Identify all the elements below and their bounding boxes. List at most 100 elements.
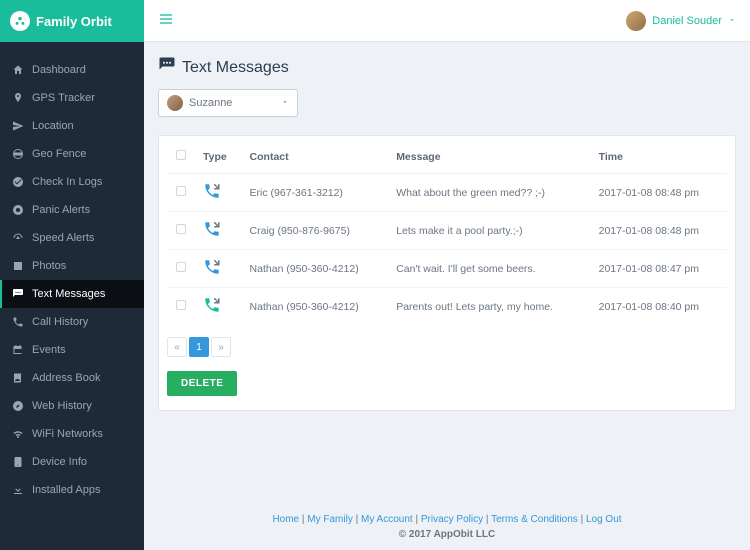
footer-link[interactable]: Log Out [586,514,622,525]
phone-in-icon [203,191,221,203]
speech-icon [158,56,176,79]
sidebar-item-label: WiFi Networks [32,428,103,440]
table-row: Craig (950-876-9675) Lets make it a pool… [167,212,727,250]
footer-link[interactable]: My Family [307,514,353,525]
row-checkbox[interactable] [167,250,195,288]
sidebar-item-label: Events [32,344,66,356]
globe-icon [12,148,24,160]
device-icon [12,456,24,468]
sidebar-item-text-messages[interactable]: Text Messages [0,280,144,308]
separator: | [578,514,586,525]
phone-in-icon [203,229,221,241]
sidebar-item-label: Call History [32,316,88,328]
family-select-value: Suzanne [189,97,232,109]
contacts-icon [12,372,24,384]
pager: « 1 » [167,337,727,357]
row-contact: Eric (967-361-3212) [242,174,389,212]
family-member-select[interactable]: Suzanne [158,89,298,117]
sidebar-item-gps-tracker[interactable]: GPS Tracker [0,84,144,112]
row-checkbox[interactable] [167,212,195,250]
sidebar: Family Orbit Dashboard GPS Tracker Locatio… [0,0,144,550]
sidebar-item-label: Geo Fence [32,148,86,160]
lifebuoy-icon [12,204,24,216]
row-time: 2017-01-08 08:48 pm [591,212,727,250]
table-row: Nathan (950-360-4212) Can't wait. I'll g… [167,250,727,288]
footer-links: Home | My Family | My Account | Privacy … [144,514,750,525]
sidebar-item-speed-alerts[interactable]: Speed Alerts [0,224,144,252]
sidebar-item-location[interactable]: Location [0,112,144,140]
pager-next[interactable]: » [211,337,231,357]
row-message: Can't wait. I'll get some beers. [388,250,590,288]
table-row: Nathan (950-360-4212) Parents out! Lets … [167,288,727,326]
topbar: Daniel Souder [144,0,750,42]
hamburger-icon[interactable] [158,11,174,30]
row-contact: Nathan (950-360-4212) [242,250,389,288]
separator: | [353,514,361,525]
sidebar-item-address-book[interactable]: Address Book [0,364,144,392]
messages-table: Type Contact Message Time Eric (967-361-… [167,140,727,325]
user-menu[interactable]: Daniel Souder [626,11,736,31]
sidebar-item-device-info[interactable]: Device Info [0,448,144,476]
sidebar-item-label: Panic Alerts [32,204,90,216]
sidebar-item-label: Dashboard [32,64,86,76]
separator: | [413,514,421,525]
page-title: Text Messages [182,59,289,77]
sidebar-item-label: Text Messages [32,288,105,300]
gauge-icon [12,232,24,244]
brand-logo-icon [10,11,30,31]
row-type [195,212,242,250]
pager-prev[interactable]: « [167,337,187,357]
sidebar-item-label: Address Book [32,372,100,384]
speech-icon [12,288,24,300]
messages-card: Type Contact Message Time Eric (967-361-… [158,135,736,411]
sidebar-item-label: GPS Tracker [32,92,95,104]
brand[interactable]: Family Orbit [0,0,144,42]
sidebar-item-installed-apps[interactable]: Installed Apps [0,476,144,504]
col-message: Message [388,140,590,174]
row-checkbox[interactable] [167,288,195,326]
sidebar-item-label: Location [32,120,74,132]
row-message: What about the green med?? ;-) [388,174,590,212]
phone-icon [12,316,24,328]
sidebar-item-dashboard[interactable]: Dashboard [0,56,144,84]
checkbox-icon [176,262,186,272]
copyright: © 2017 AppObit LLC [144,529,750,540]
separator: | [483,514,491,525]
footer-link[interactable]: Privacy Policy [421,514,483,525]
sidebar-item-label: Web History [32,400,92,412]
checkbox-icon [176,150,186,160]
footer-link[interactable]: Terms & Conditions [491,514,578,525]
delete-button[interactable]: DELETE [167,371,237,396]
page-header: Text Messages [158,56,736,79]
nav: Dashboard GPS Tracker Location Geo Fence Che… [0,42,144,550]
content: Text Messages Suzanne Type [144,42,750,504]
sidebar-item-web-history[interactable]: Web History [0,392,144,420]
row-message: Parents out! Lets party, my home. [388,288,590,326]
sidebar-item-label: Device Info [32,456,87,468]
row-time: 2017-01-08 08:48 pm [591,174,727,212]
table-row: Eric (967-361-3212) What about the green… [167,174,727,212]
sidebar-item-wifi-networks[interactable]: WiFi Networks [0,420,144,448]
avatar [626,11,646,31]
send-icon [12,120,24,132]
sidebar-item-geo-fence[interactable]: Geo Fence [0,140,144,168]
sidebar-item-panic-alerts[interactable]: Panic Alerts [0,196,144,224]
select-all-header[interactable] [167,140,195,174]
row-contact: Nathan (950-360-4212) [242,288,389,326]
calendar-icon [12,344,24,356]
sidebar-item-call-history[interactable]: Call History [0,308,144,336]
checkbox-icon [176,300,186,310]
row-type [195,250,242,288]
row-type [195,288,242,326]
row-message: Lets make it a pool party.;-) [388,212,590,250]
sidebar-item-check-in-logs[interactable]: Check In Logs [0,168,144,196]
row-checkbox[interactable] [167,174,195,212]
sidebar-item-events[interactable]: Events [0,336,144,364]
sidebar-item-photos[interactable]: Photos [0,252,144,280]
footer-link[interactable]: Home [272,514,299,525]
row-contact: Craig (950-876-9675) [242,212,389,250]
footer-link[interactable]: My Account [361,514,413,525]
family-avatar-icon [167,95,183,111]
brand-name: Family Orbit [36,14,112,29]
pager-page-1[interactable]: 1 [189,337,209,357]
